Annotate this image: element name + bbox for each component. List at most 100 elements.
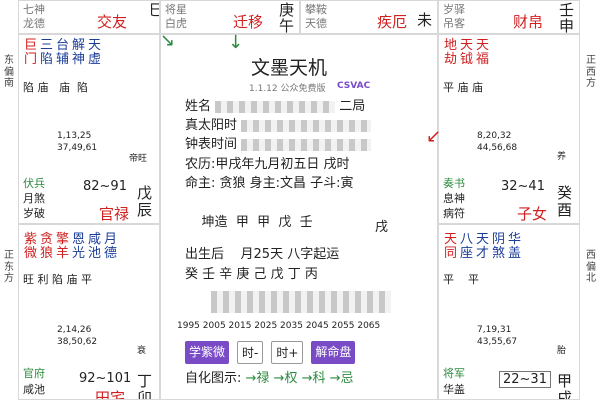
cell-aux-2: 白虎 bbox=[165, 17, 187, 30]
app-version: 1.1.12 公众免费版 bbox=[249, 84, 326, 94]
palace-left-2[interactable]: 紫微 贪狼 擎羊 恩光 咸池 月德 旺 利 陷 庙 平 2,14,26 38,5… bbox=[18, 224, 160, 400]
cell-aux-2: 吊客 bbox=[443, 17, 465, 30]
star-huagai: 华盖 bbox=[507, 232, 521, 261]
ages-line-1: 1,13,25 bbox=[57, 131, 92, 141]
lord-line: 命主: 贪狼 身主:文昌 子斗:寅 bbox=[185, 176, 354, 191]
cell-aux-2: 天德 bbox=[305, 17, 327, 30]
star-bazuo: 八座 bbox=[459, 232, 473, 261]
branch-label: 申 bbox=[559, 17, 575, 34]
life-stage: 帝旺 bbox=[129, 154, 148, 164]
star-sanxian: 三陷 bbox=[39, 38, 53, 67]
star-tianyue: 天钺 bbox=[459, 38, 473, 67]
star-ziwei: 紫微 bbox=[23, 232, 37, 261]
god-1: 奏书 bbox=[443, 177, 465, 190]
solar-time-label: 真太阳时 bbox=[185, 118, 238, 133]
god-2: 月煞 bbox=[23, 192, 45, 205]
ganzhi-line: 癸 壬 辛 庚 己 戊 丁 丙 bbox=[185, 267, 318, 282]
name-suffix: 二局 bbox=[339, 99, 366, 114]
star-status: 陷 庙 庙 陷 bbox=[23, 81, 88, 94]
redacted-block bbox=[211, 291, 391, 313]
star-status: 平 庙 庙 bbox=[443, 81, 483, 94]
legend-label: 自化图示: bbox=[185, 371, 242, 386]
star-status: 平 平 bbox=[443, 273, 479, 286]
kun-chars-2: 戌 bbox=[375, 220, 389, 235]
star-status: 旺 利 陷 庙 平 bbox=[23, 273, 92, 286]
palace-name: 交友 bbox=[97, 13, 128, 31]
palace-top-2[interactable]: 将星 白虎 迁移 庚 午 bbox=[160, 0, 300, 34]
branch-label: 午 bbox=[279, 17, 295, 34]
life-stage: 养 bbox=[557, 152, 567, 162]
cell-aux-2: 龙德 bbox=[23, 17, 45, 30]
arrow-down-left-icon: ↙ bbox=[426, 126, 442, 147]
star-list: 巨门 三陷 台辅 解神 天虚 bbox=[23, 39, 102, 66]
redacted-block bbox=[241, 138, 372, 151]
hour-plus-button[interactable]: 时+ bbox=[271, 341, 304, 364]
palace-right-2[interactable]: 天同 八座 天才 阴煞 华盖 平 平 7,19,31 43,55,67 胎 将军… bbox=[438, 224, 580, 400]
palace-name: 疾厄 bbox=[377, 13, 408, 31]
palace-right-1[interactable]: 地劫 天钺 天福 平 庙 庙 8,20,32 44,56,68 养 奏书 息神 … bbox=[438, 34, 580, 224]
god-1: 官府 bbox=[23, 367, 45, 380]
brand-mark: CSVAC bbox=[337, 81, 371, 91]
palace-top-3[interactable]: 攀鞍 天德 疾厄 未 bbox=[300, 0, 438, 34]
center-panel: 文墨天机 1.1.12 公众免费版 CSVAC 姓名 二局 真太阳时 钟表时间 … bbox=[160, 34, 438, 400]
decade-years: 1995 2005 2015 2025 2035 2045 2055 2065 bbox=[177, 321, 381, 331]
decade-range: 82~91 bbox=[83, 179, 127, 194]
clock-time-label: 钟表时间 bbox=[185, 137, 238, 152]
arrow-down-right-icon: ↘ bbox=[160, 30, 176, 51]
decade-range: 22~31 bbox=[499, 371, 551, 388]
solar-time-row: 真太阳时 bbox=[185, 118, 372, 135]
star-tianfu: 天福 bbox=[475, 38, 489, 67]
palace-name: 官禄 bbox=[99, 205, 130, 223]
star-list: 天同 八座 天才 阴煞 华盖 bbox=[443, 233, 522, 260]
god-3: 岁破 bbox=[23, 207, 45, 220]
star-tianxu: 天虚 bbox=[87, 38, 101, 67]
ages-line-2: 37,49,61 bbox=[57, 143, 98, 153]
star-jieshen: 解神 bbox=[71, 38, 85, 67]
action-buttons: 学紫微 时- 时+ 解命盘 bbox=[185, 341, 356, 364]
star-tiantong: 天同 bbox=[443, 232, 457, 261]
stem-branch: 甲戌 bbox=[557, 372, 573, 400]
self-transform-legend: 自化图示: →禄 →权 →科 →忌 bbox=[185, 371, 354, 388]
decade-range: 92~101 bbox=[79, 371, 132, 386]
star-jumen: 巨门 bbox=[23, 38, 37, 67]
branch-label: 巳 bbox=[149, 1, 159, 20]
star-qingyang: 擎羊 bbox=[55, 232, 69, 261]
ages-line-2: 38,50,62 bbox=[57, 337, 98, 347]
hour-minus-button[interactable]: 时- bbox=[237, 341, 264, 364]
learn-ziwei-button[interactable]: 学紫微 bbox=[185, 341, 230, 364]
left-direction-mid: 正东方 bbox=[4, 250, 14, 284]
star-xianchi: 咸池 bbox=[87, 232, 101, 261]
lunar-date: 农历:甲戌年九月初五日 戌时 bbox=[185, 157, 350, 172]
star-tanlang: 贪狼 bbox=[39, 232, 53, 261]
star-list: 地劫 天钺 天福 bbox=[443, 39, 490, 66]
stem-branch: 戊辰 bbox=[137, 184, 153, 219]
palace-name: 财帛 bbox=[513, 13, 544, 31]
palace-name: 田宅 bbox=[95, 389, 126, 400]
kun-row: 坤造 甲 甲 戊 壬 bbox=[185, 198, 313, 249]
god-1: 将军 bbox=[443, 367, 465, 380]
arrow-down-icon: ↓ bbox=[228, 32, 244, 53]
palace-top-4[interactable]: 岁驿 吊客 财帛 壬 申 bbox=[438, 0, 580, 34]
star-list: 紫微 贪狼 擎羊 恩光 咸池 月德 bbox=[23, 233, 118, 260]
ages-line-2: 44,56,68 bbox=[477, 143, 518, 153]
ages-line-1: 8,20,32 bbox=[477, 131, 512, 141]
right-direction-top: 正西方 bbox=[586, 55, 596, 89]
star-yuede: 月德 bbox=[103, 232, 117, 261]
palace-name: 迁移 bbox=[233, 13, 264, 31]
palace-top-1[interactable]: 七神 龙德 交友 巳 bbox=[18, 0, 160, 34]
god-2: 咸池 bbox=[23, 383, 45, 396]
palace-name: 子女 bbox=[517, 205, 548, 223]
ages-line-2: 43,55,67 bbox=[477, 337, 518, 347]
left-direction-top: 东偏南 bbox=[4, 55, 14, 89]
star-taifu: 台辅 bbox=[55, 38, 69, 67]
branch-label: 未 bbox=[417, 11, 433, 29]
interpret-chart-button[interactable]: 解命盘 bbox=[311, 341, 356, 364]
clock-time-row: 钟表时间 bbox=[185, 137, 372, 154]
ages-line-1: 2,14,26 bbox=[57, 325, 92, 335]
life-stage: 胎 bbox=[557, 346, 567, 356]
redacted-block bbox=[215, 100, 336, 113]
name-label: 姓名 bbox=[185, 99, 212, 114]
palace-left-1[interactable]: 巨门 三陷 台辅 解神 天虚 陷 庙 庙 陷 1,13,25 37,49,61 … bbox=[18, 34, 160, 224]
god-3: 病符 bbox=[443, 207, 465, 220]
kun-label: 坤造 bbox=[201, 214, 228, 230]
